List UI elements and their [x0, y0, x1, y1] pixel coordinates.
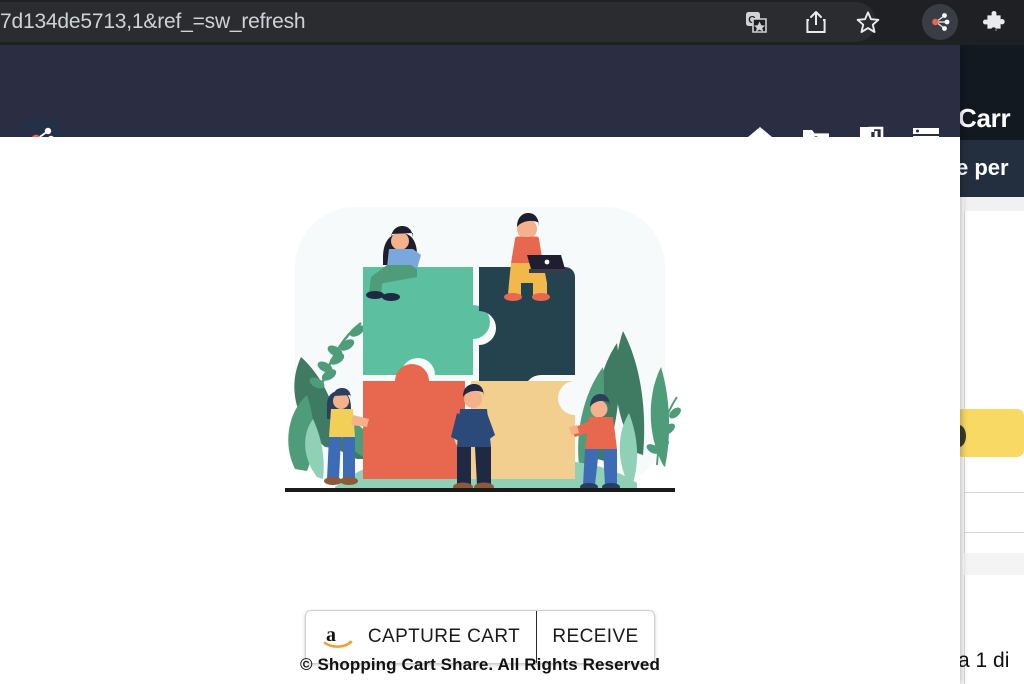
popup-body: a CAPTURE CART RECEIVE © Shopping Cart S… [0, 137, 960, 684]
amazon-subnav-text-fragment: e per [960, 155, 1009, 180]
amazon-grey-strip-2 [964, 553, 1024, 575]
amazon-cart-title-fragment: Carr [960, 103, 1011, 133]
share-icon[interactable] [800, 6, 832, 38]
amazon-grey-strip [964, 197, 1024, 211]
copyright-text: © Shopping Cart Share. All Rights Reserv… [300, 655, 660, 674]
screen-root: Carr e per a 1 di a CAPTURE CART RECEIVE… [0, 0, 1024, 684]
svg-text:a: a [326, 624, 336, 646]
bookmark-star-icon[interactable] [852, 6, 884, 38]
amazon-logo-icon: a [322, 624, 354, 650]
amazon-pagination-fragment: a 1 di [960, 649, 1010, 672]
extension-popup: a CAPTURE CART RECEIVE © Shopping Cart S… [0, 45, 960, 684]
translate-icon[interactable]: G [740, 6, 772, 38]
underlying-webpage: Carr e per a 1 di [960, 45, 1024, 684]
amazon-divider-1 [964, 492, 1024, 493]
capture-cart-label: CAPTURE CART [367, 626, 521, 647]
amazon-divider-2 [964, 532, 1024, 533]
puzzle-piece-icon[interactable] [978, 6, 1010, 38]
shopping-cart-share-extension-icon[interactable] [922, 4, 958, 40]
receive-label: RECEIVE [552, 626, 639, 647]
amazon-proceed-checkout-button[interactable] [960, 409, 1024, 457]
teamwork-puzzle-illustration [265, 197, 695, 502]
address-bar-url[interactable]: 7d134de5713,1&ref_=sw_refresh [0, 8, 720, 36]
browser-toolbar: 7d134de5713,1&ref_=sw_refresh G [0, 0, 1024, 45]
